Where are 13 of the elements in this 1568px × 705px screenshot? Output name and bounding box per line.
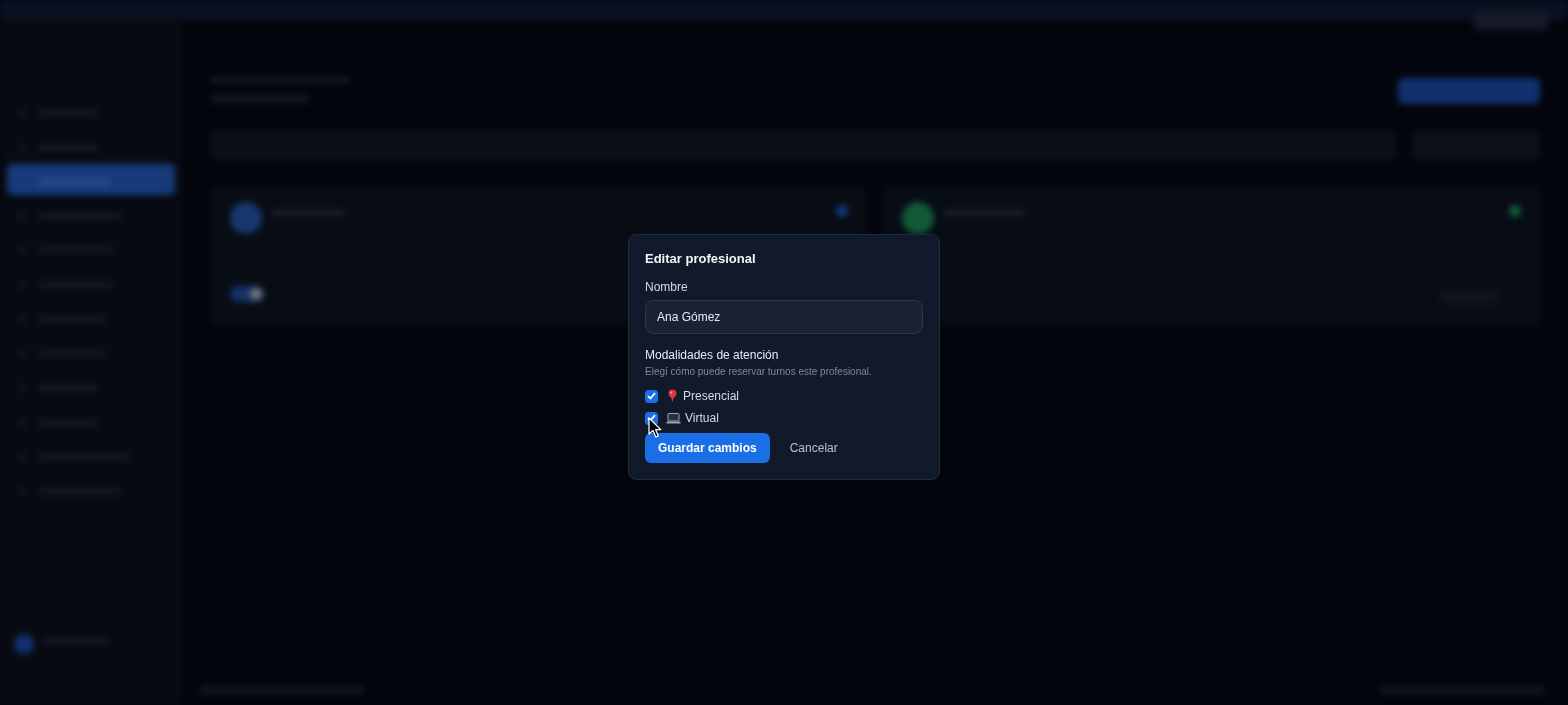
mouse-pointer-icon bbox=[648, 417, 662, 439]
field-label: Nombre bbox=[645, 280, 689, 294]
checkbox[interactable] bbox=[645, 389, 658, 403]
laptop-icon bbox=[666, 412, 681, 424]
section-label: Modalidades de atención bbox=[645, 348, 780, 362]
cancel-button[interactable]: Cancelar bbox=[789, 439, 838, 457]
option-label: Presencial bbox=[683, 389, 740, 403]
name-input-field[interactable]: Ana Gómez bbox=[645, 300, 923, 334]
pin-icon bbox=[666, 389, 679, 403]
save-button[interactable]: Guardar cambios bbox=[645, 433, 770, 463]
dialog-title: Editar profesional bbox=[645, 251, 757, 266]
section-hint: Elegí cómo puede reservar turnos este profesional. bbox=[645, 366, 873, 377]
option-label: Virtual bbox=[685, 411, 719, 425]
